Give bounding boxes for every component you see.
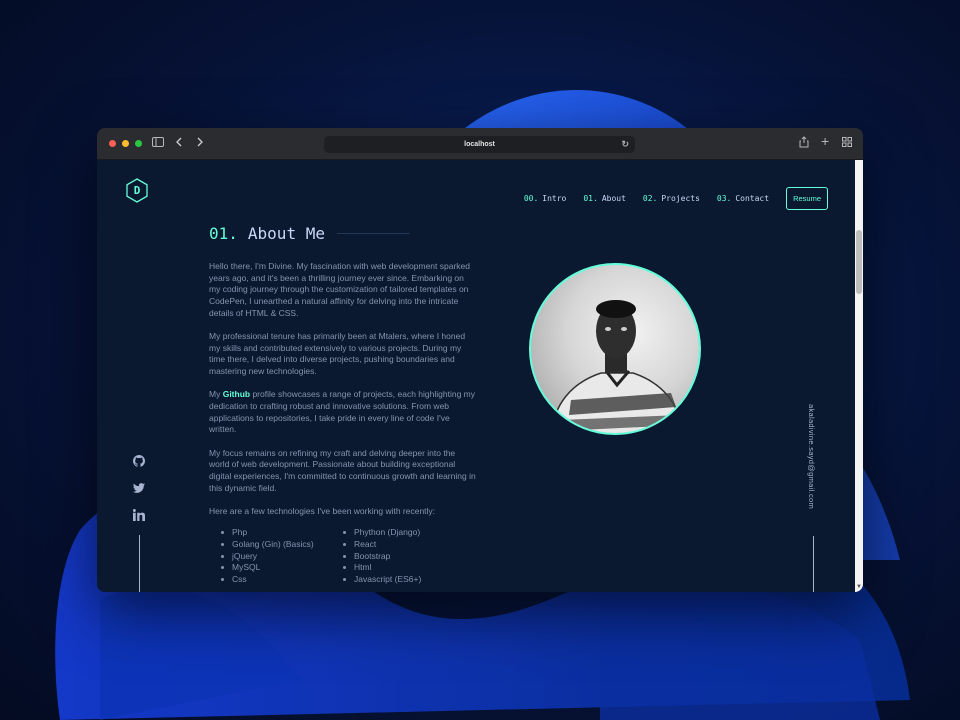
tech-item: Bootstrap [331,551,453,563]
about-heading: 01. About Me [209,224,410,243]
tech-item: Phython (Django) [331,527,453,539]
browser-window: localhost ↻ + D 00. Intro 01. About 02. Pro… [97,128,863,592]
tech-item: Html [331,562,453,574]
social-links [132,454,146,521]
person-silhouette-icon [550,300,684,433]
tech-list: Php Golang (Gin) (Basics) jQuery MySQL C… [209,527,477,586]
linkedin-icon[interactable] [132,508,145,521]
about-paragraph: My Github profile showcases a range of p… [209,389,477,436]
email-link[interactable]: akaladivine.sayd@gmail.com [807,404,816,509]
nav-link-contact[interactable]: 03. Contact [717,194,769,203]
tech-item: React [331,539,453,551]
right-vertical-line [813,536,814,592]
github-link[interactable]: Github [223,389,250,399]
page-scrollbar[interactable]: ▼ [855,160,863,592]
portfolio-page: D 00. Intro 01. About 02. Projects 03. Conta… [97,160,863,592]
text-fragment: My [209,389,223,400]
close-window-button[interactable] [109,140,116,147]
about-paragraph: My professional tenure has primarily bee… [209,331,466,377]
nav-label: Intro [542,194,567,203]
scrollbar-thumb[interactable] [856,230,862,294]
nav-number: 02. [642,194,658,203]
nav-label: Projects [661,194,700,203]
tech-item: Php [209,527,331,539]
tech-intro: Here are a few technologies I've been wo… [209,505,436,516]
about-paragraph: My focus remains on refining my craft an… [209,447,476,493]
tech-item: Css [209,574,331,586]
sidebar-toggle-icon[interactable] [152,136,164,150]
tech-item: MySQL [209,562,331,574]
nav-number: 03. [716,194,732,203]
logo-letter: D [133,184,141,197]
heading-number: 01. [209,224,238,243]
profile-photo [529,263,701,435]
nav-link-projects[interactable]: 02. Projects [643,194,700,203]
forward-icon[interactable] [196,136,204,150]
maximize-window-button[interactable] [135,140,142,147]
scroll-down-icon[interactable]: ▼ [856,584,862,590]
tab-overview-icon[interactable] [842,136,852,150]
tech-item: jQuery [209,551,331,563]
tech-item: Golang (Gin) (Basics) [209,539,331,551]
resume-button[interactable]: Resume [786,187,828,210]
back-icon[interactable] [175,136,183,150]
left-vertical-line [139,535,140,592]
about-paragraph: Hello there, I'm Divine. My fascination … [209,261,470,318]
top-nav: 00. Intro 01. About 02. Projects 03. Contact… [524,187,863,210]
tech-column: Phython (Django) React Bootstrap Html Ja… [331,527,453,586]
address-bar-url: localhost [464,141,495,148]
new-tab-icon[interactable]: + [821,134,829,148]
github-icon[interactable] [133,454,146,467]
reload-icon[interactable]: ↻ [621,139,629,150]
nav-number: 00. [523,194,539,203]
minimize-window-button[interactable] [122,140,129,147]
nav-link-intro[interactable]: 00. Intro [524,194,567,203]
nav-link-about[interactable]: 01. About [583,194,626,203]
twitter-icon[interactable] [133,481,145,493]
window-controls [109,140,142,147]
nav-label: About [601,194,626,203]
heading-divider [336,233,410,234]
about-text: Hello there, I'm Divine. My fascination … [209,261,477,586]
nav-label: Contact [735,194,770,203]
tech-item: Javascript (ES6+) [331,574,453,586]
share-icon[interactable] [799,136,809,151]
nav-number: 01. [583,194,598,203]
browser-toolbar: localhost ↻ + [97,128,863,160]
logo[interactable]: D [126,178,148,203]
heading-title: About Me [247,224,325,243]
tech-column: Php Golang (Gin) (Basics) jQuery MySQL C… [209,527,331,586]
address-bar[interactable]: localhost ↻ [324,136,635,153]
